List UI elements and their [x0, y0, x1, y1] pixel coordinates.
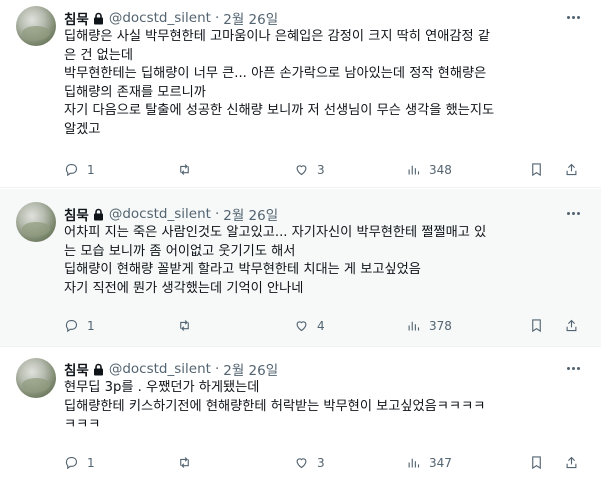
- reply-button[interactable]: 1: [64, 162, 95, 177]
- views-icon: [408, 321, 420, 331]
- reply-icon: [65, 163, 78, 177]
- avatar[interactable]: [16, 358, 56, 398]
- author-name[interactable]: 침묵: [64, 204, 89, 224]
- bookmark-icon: [532, 163, 541, 177]
- author-handle[interactable]: @docstd_silent: [109, 361, 211, 377]
- views-icon: [408, 458, 420, 468]
- like-button[interactable]: 4: [294, 318, 325, 333]
- share-button[interactable]: [564, 318, 579, 333]
- like-button[interactable]: 3: [294, 162, 325, 177]
- reply-count: 1: [87, 162, 95, 177]
- heart-icon: [296, 165, 307, 176]
- retweet-button[interactable]: [177, 162, 192, 177]
- reply-icon: [65, 319, 78, 333]
- lock-icon: [93, 208, 103, 220]
- tweet-text: 현무딥 3p를 . 우쨌던가 하게됐는데 딥해량한테 키스하기전에 현해량한테 …: [64, 380, 486, 432]
- separator-dot: ·: [214, 361, 220, 377]
- separator-dot: ·: [214, 206, 220, 222]
- author-name[interactable]: 침묵: [64, 8, 89, 28]
- tweet-actions: 1 4 378: [64, 318, 584, 336]
- bookmark-icon: [532, 319, 541, 333]
- bookmark-button[interactable]: [529, 455, 544, 470]
- views-count: 378: [429, 318, 452, 333]
- author-name[interactable]: 침묵: [64, 359, 89, 379]
- share-icon: [566, 163, 577, 176]
- bookmark-button[interactable]: [529, 318, 544, 333]
- more-icon[interactable]: [563, 10, 583, 24]
- avatar[interactable]: [16, 202, 56, 242]
- views-button[interactable]: 348: [406, 162, 452, 177]
- tweet-actions: 1 3 347: [64, 455, 584, 473]
- tweet-date[interactable]: 2월 26일: [223, 359, 278, 379]
- tweet-actions: 1 3 348: [64, 162, 584, 180]
- author-handle[interactable]: @docstd_silent: [109, 10, 211, 26]
- retweet-button[interactable]: [177, 318, 192, 333]
- reply-icon: [65, 456, 78, 470]
- more-icon[interactable]: [563, 206, 583, 220]
- views-button[interactable]: 347: [406, 455, 452, 470]
- bookmark-button[interactable]: [529, 162, 544, 177]
- tweet-text: 어차피 지는 죽은 사람인것도 알고있고... 자기자신이 박무현한테 쩔쩔매고…: [64, 225, 487, 296]
- views-count: 347: [429, 455, 452, 470]
- tweet[interactable]: 침묵 @docstd_silent · 2월 26일 딥해량은 사실 박무현한테…: [0, 0, 601, 188]
- tweet-date[interactable]: 2월 26일: [223, 204, 278, 224]
- like-count: 3: [317, 162, 325, 177]
- share-icon: [566, 456, 577, 469]
- share-button[interactable]: [564, 162, 579, 177]
- reply-button[interactable]: 1: [64, 455, 95, 470]
- bookmark-icon: [532, 456, 541, 470]
- lock-icon: [93, 363, 103, 375]
- tweet-date[interactable]: 2월 26일: [223, 8, 278, 28]
- like-count: 3: [317, 455, 325, 470]
- share-button[interactable]: [564, 455, 579, 470]
- views-count: 348: [429, 162, 452, 177]
- views-button[interactable]: 378: [406, 318, 452, 333]
- reply-count: 1: [87, 318, 95, 333]
- avatar[interactable]: [16, 6, 56, 46]
- heart-icon: [296, 458, 307, 469]
- reply-count: 1: [87, 455, 95, 470]
- more-icon[interactable]: [563, 361, 583, 375]
- retweet-icon: [180, 457, 189, 468]
- retweet-icon: [180, 164, 189, 175]
- author-handle[interactable]: @docstd_silent: [109, 206, 211, 222]
- retweet-icon: [180, 320, 189, 331]
- share-icon: [566, 319, 577, 332]
- like-count: 4: [317, 318, 325, 333]
- reply-button[interactable]: 1: [64, 318, 95, 333]
- views-icon: [408, 165, 420, 175]
- tweet[interactable]: 침묵 @docstd_silent · 2월 26일 현무딥 3p를 . 우쨌던…: [0, 348, 601, 488]
- separator-dot: ·: [214, 10, 220, 26]
- lock-icon: [93, 12, 103, 24]
- heart-icon: [296, 321, 307, 332]
- tweet[interactable]: 침묵 @docstd_silent · 2월 26일 어차피 지는 죽은 사람인…: [0, 189, 601, 347]
- retweet-button[interactable]: [177, 455, 192, 470]
- like-button[interactable]: 3: [294, 455, 325, 470]
- tweet-text: 딥해량은 사실 박무현한테 고마움이나 은혜입은 감정이 크지 딱히 연애감정 …: [64, 29, 495, 137]
